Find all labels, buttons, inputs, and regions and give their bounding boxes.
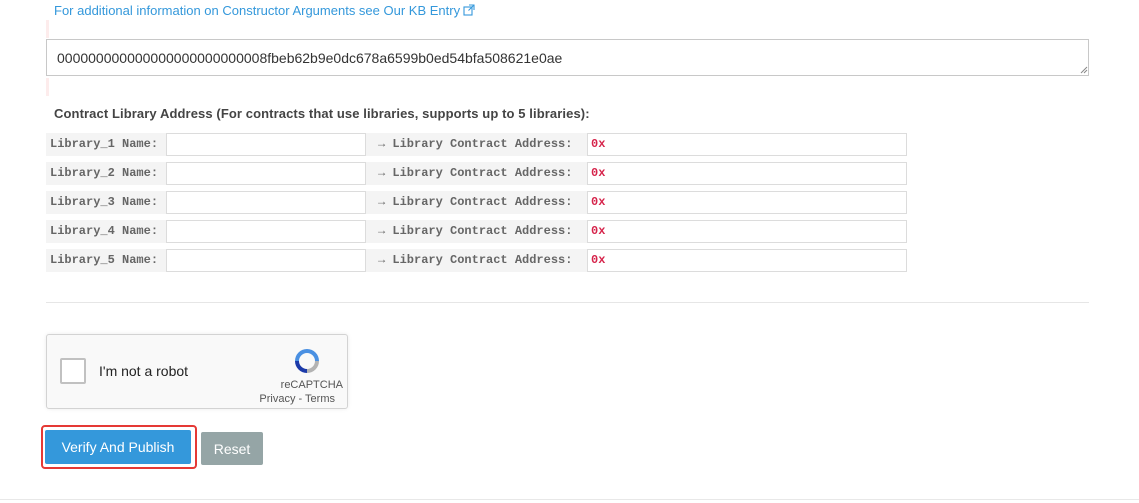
library-address-label: → Library Contract Address: (366, 162, 587, 185)
kb-link-text[interactable]: For additional information on Constructo… (54, 3, 460, 18)
library-row: Library_1 Name: → Library Contract Addre… (46, 133, 916, 156)
external-link-icon (463, 4, 475, 16)
recaptcha-checkbox[interactable] (60, 358, 86, 384)
recaptcha-terms-link[interactable]: Terms (305, 393, 335, 405)
recaptcha-links: Privacy - Terms (259, 393, 335, 405)
library-address-label: → Library Contract Address: (366, 133, 587, 156)
library-address-label: → Library Contract Address: (366, 220, 587, 243)
library-address-input[interactable]: 0x (587, 133, 907, 156)
page-bottom-border (0, 499, 1139, 500)
library-row: Library_4 Name: → Library Contract Addre… (46, 220, 916, 243)
library-address-label: → Library Contract Address: (366, 249, 587, 272)
recaptcha-widget: I'm not a robot reCAPTCHA Privacy - Term… (46, 334, 348, 409)
constructor-arguments-value: 000000000000000000000000008fbeb62b9e0dc6… (57, 50, 563, 66)
library-address-input[interactable]: 0x (587, 191, 907, 214)
library-address-label: → Library Contract Address: (366, 191, 587, 214)
library-name-input[interactable] (166, 191, 366, 214)
library-name-label: Library_5 Name: (46, 249, 166, 272)
library-address-input[interactable]: 0x (587, 220, 907, 243)
library-name-input[interactable] (166, 220, 366, 243)
library-name-label: Library_3 Name: (46, 191, 166, 214)
library-row: Library_2 Name: → Library Contract Addre… (46, 162, 916, 185)
library-name-input[interactable] (166, 133, 366, 156)
library-name-input[interactable] (166, 249, 366, 272)
recaptcha-logo-icon (295, 349, 319, 373)
library-name-label: Library_2 Name: (46, 162, 166, 185)
recaptcha-brand: reCAPTCHA (280, 379, 343, 391)
library-name-input[interactable] (166, 162, 366, 185)
library-address-input[interactable]: 0x (587, 249, 907, 272)
reset-button[interactable]: Reset (201, 432, 263, 465)
recaptcha-label: I'm not a robot (99, 363, 189, 379)
library-section-heading: Contract Library Address (For contracts … (54, 106, 590, 121)
library-row: Library_3 Name: → Library Contract Addre… (46, 191, 916, 214)
resize-grip-icon[interactable] (1078, 64, 1088, 74)
library-name-label: Library_1 Name: (46, 133, 166, 156)
verify-and-publish-button[interactable]: Verify And Publish (45, 430, 191, 464)
field-edge-marker (46, 78, 49, 96)
library-address-input[interactable]: 0x (587, 162, 907, 185)
field-edge-marker (46, 20, 49, 38)
recaptcha-privacy-link[interactable]: Privacy (259, 393, 295, 405)
recaptcha-links-separator: - (295, 393, 306, 405)
section-divider (46, 302, 1089, 303)
constructor-kb-link[interactable]: For additional information on Constructo… (54, 3, 475, 18)
library-name-label: Library_4 Name: (46, 220, 166, 243)
library-row: Library_5 Name: → Library Contract Addre… (46, 249, 916, 272)
